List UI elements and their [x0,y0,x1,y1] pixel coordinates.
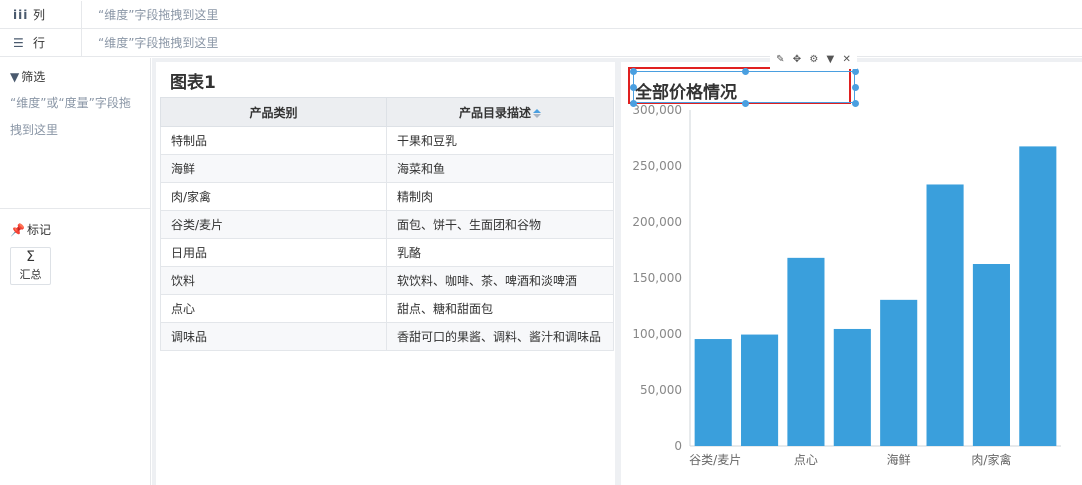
columns-shelf-label: iii 列 [0,1,82,28]
bar [741,334,779,446]
left-panel: ▼ 筛选 “维度”或“度量”字段拖拽到这里 📌 标记 Σ 汇总 [0,58,151,485]
close-icon[interactable]: ✕ [842,55,850,65]
chart-widget[interactable]: 0 50,000 100,000 150,000 200,000 250,000 300,0… [621,51,1082,485]
table-cell: 谷类/麦片 [160,210,387,239]
table-cell: 特制品 [160,126,387,155]
columns-shelf[interactable]: iii 列 “维度”字段拖拽到这里 [0,1,1082,29]
table-cell: 乳酪 [386,238,614,267]
table-header-row: 产品类别 产品目录描述 [160,97,614,127]
table-cell: 香甜可口的果酱、调料、酱汁和调味品 [386,322,614,351]
table-row: 饮料 软饮料、咖啡、茶、啤酒和淡啤酒 [160,266,614,295]
chart-title-selection[interactable]: 全部价格情况 ✎ ✥ ⚙ ▼ ✕ [628,51,859,107]
chart-title-frame[interactable]: 全部价格情况 [630,68,859,107]
sort-icon[interactable] [533,108,541,118]
rows-drop-hint: “维度”字段拖拽到这里 [98,36,219,50]
table-cell: 海鲜 [160,154,387,183]
move-icon[interactable]: ✥ [793,55,801,65]
resize-handle-bottom[interactable] [742,100,749,107]
x-tick-label: 海鲜 [887,452,911,467]
summary-label: 汇总 [19,268,42,281]
title-toolbar: ✎ ✥ ⚙ ▼ ✕ [770,51,857,69]
table-cell: 肉/家禽 [160,182,387,211]
resize-handle-top-left[interactable] [630,68,637,75]
columns-icon: iii [13,7,29,22]
table-cell: 精制肉 [386,182,614,211]
resize-handle-top[interactable] [742,68,749,75]
resize-handle-bottom-right[interactable] [852,100,859,107]
bar [972,264,1010,446]
rows-list-icon: ☰ [13,35,25,50]
edit-icon[interactable]: ✎ [776,55,784,65]
rows-label: 行 [33,36,46,50]
mark-section: 📌 标记 Σ 汇总 [0,208,151,285]
resize-handle-top-right[interactable] [852,68,859,75]
table-cell: 甜点、糖和甜面包 [386,294,614,323]
chart-title[interactable]: 全部价格情况 [635,78,737,103]
table-row: 海鲜 海菜和鱼 [160,154,614,183]
table-cell: 点心 [160,294,387,323]
bar [833,328,871,446]
columns-label: 列 [33,8,46,22]
bar [1019,146,1057,446]
table-row: 日用品 乳酪 [160,238,614,267]
data-table: 产品类别 产品目录描述 特制品 干果和豆乳 海鲜 海菜和鱼 肉/家禽 精制肉 谷类/麦… [160,97,614,351]
table-row: 点心 甜点、糖和甜面包 [160,294,614,323]
table-cell: 调味品 [160,322,387,351]
y-tick-label: 200,000 [632,215,682,229]
table-row: 调味品 香甜可口的果酱、调料、酱汁和调味品 [160,322,614,351]
y-tick-label: 150,000 [632,271,682,285]
table-cell: 干果和豆乳 [386,126,614,155]
bar [926,184,964,446]
x-tick-label: 点心 [794,453,818,467]
summary-button[interactable]: Σ 汇总 [10,247,51,285]
x-tick-label: 肉/家禽 [971,452,1011,467]
x-tick-label: 谷类/麦片 [689,453,741,467]
table-row: 特制品 干果和豆乳 [160,126,614,155]
y-tick-label: 100,000 [632,327,682,341]
bar-chart: 0 50,000 100,000 150,000 200,000 250,000 300,0… [632,103,1061,467]
y-tick-label: 50,000 [640,383,682,397]
columns-drop-hint: “维度”字段拖拽到这里 [98,8,219,22]
dropdown-icon[interactable]: ▼ [827,55,835,65]
mark-label: 标记 [26,223,51,237]
resize-handle-bottom-left[interactable] [630,100,637,107]
bar [694,339,732,446]
y-tick-label: 250,000 [632,159,682,173]
table-widget[interactable]: 图表1 产品类别 产品目录描述 特制品 干果和豆乳 海鲜 海菜和鱼 肉/家禽 精制肉 … [156,62,615,485]
table-cell: 软饮料、咖啡、茶、啤酒和淡啤酒 [386,266,614,295]
table-widget-title: 图表1 [170,73,216,93]
filter-section-title: ▼ 筛选 [10,68,45,85]
table-row: 肉/家禽 精制肉 [160,182,614,211]
pin-icon: 📌 [10,222,25,237]
table-cell: 海菜和鱼 [386,154,614,183]
table-row: 谷类/麦片 面包、饼干、生面团和谷物 [160,210,614,239]
column-header-description[interactable]: 产品目录描述 [386,97,614,127]
filter-icon: ▼ [10,69,20,84]
table-cell: 面包、饼干、生面团和谷物 [386,210,614,239]
filter-drop-zone[interactable]: “维度”或“度量”字段拖拽到这里 [10,90,138,144]
sigma-icon: Σ [26,249,35,265]
bar [787,257,825,446]
resize-handle-right[interactable] [852,84,859,91]
table-cell: 饮料 [160,266,387,295]
settings-icon[interactable]: ⚙ [809,55,818,65]
y-tick-label: 300,000 [632,103,682,117]
resize-handle-left[interactable] [630,84,637,91]
table-cell: 日用品 [160,238,387,267]
mark-section-title: 📌 标记 [10,221,51,238]
bar [880,299,918,446]
filter-label: 筛选 [21,70,46,84]
rows-shelf[interactable]: ☰ 行 “维度”字段拖拽到这里 [0,29,1082,57]
column-header-category[interactable]: 产品类别 [160,97,387,127]
y-tick-label: 0 [674,439,682,453]
rows-shelf-label: ☰ 行 [0,29,82,56]
